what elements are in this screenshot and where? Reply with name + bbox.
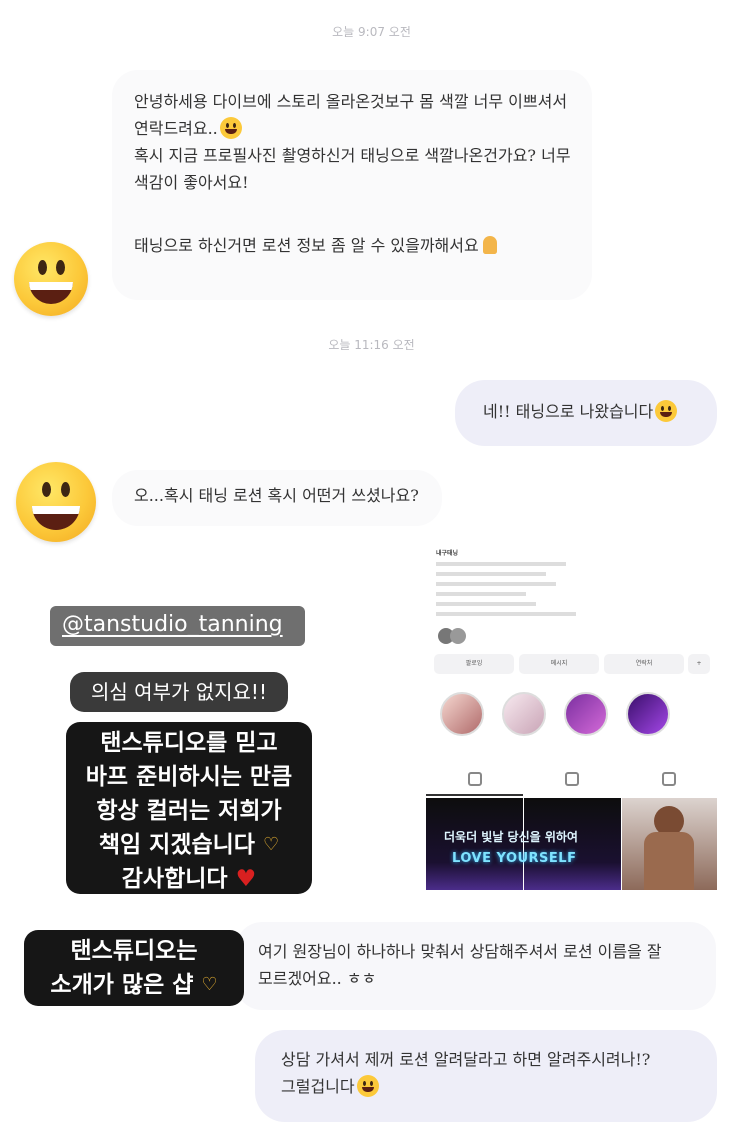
- smile-icon: [356, 1075, 379, 1097]
- highlight-circle[interactable]: [564, 692, 608, 736]
- smile-icon: [219, 117, 242, 139]
- message-line: 상담 가셔서 제꺼 로션 알려달라고 하면 알려주시려나!?: [281, 1050, 651, 1069]
- message-line: 네!! 태닝으로 나왔습니다: [483, 398, 717, 425]
- follow-button[interactable]: 팔로잉: [434, 654, 514, 674]
- outgoing-message: 네!! 태닝으로 나왔습니다: [455, 380, 717, 446]
- heart-hands-icon: ♡: [263, 834, 280, 855]
- heart-hands-icon: ♡: [201, 974, 218, 995]
- message-line: 혹시 지금 프로필사진 촬영하신거 태닝으로 색깔나온건가요? 너무: [134, 146, 571, 165]
- smile-icon: [655, 400, 678, 422]
- incoming-message: 여기 원장님이 하나하나 맞춰서 상담해주셔서 로션 이름을 잘 모르겠어요..…: [236, 922, 716, 1010]
- incoming-message: 오...혹시 태닝 로션 혹시 어떤거 쓰셨나요?: [112, 470, 442, 526]
- profile-screenshot: 내구태닝 팔로잉 메시지 연락처 + 더욱더 빛날 당신을 위하여 LOVE Y…: [426, 536, 717, 906]
- pray-icon: [479, 234, 501, 256]
- message-line: 그럴겁니다: [281, 1073, 717, 1100]
- message-line: 연락드려요..: [134, 115, 592, 142]
- sticker-text: 의심 여부가 없지요!!: [70, 672, 288, 712]
- heart-icon: ♥: [235, 866, 257, 892]
- account-handle[interactable]: @tanstudio_tanning: [50, 606, 305, 646]
- post-subtitle: LOVE YOURSELF: [452, 851, 577, 866]
- timestamp: 오늘 9:07 오전: [332, 25, 411, 39]
- timestamp: 오늘 11:16 오전: [328, 338, 415, 352]
- contact-button[interactable]: 연락처: [604, 654, 684, 674]
- message-line: 태닝으로 하신거면 로션 정보 좀 알 수 있을까해서요: [134, 232, 592, 259]
- post-tile[interactable]: [622, 798, 717, 890]
- message-line: 모르겠어요.. ㅎㅎ: [258, 969, 377, 988]
- highlight-circle[interactable]: [626, 692, 670, 736]
- highlight-circle[interactable]: [440, 692, 484, 736]
- highlight-circle[interactable]: [502, 692, 546, 736]
- profile-bio: [436, 558, 586, 633]
- incoming-message: 안녕하세용 다이브에 스토리 올라온것보구 몸 색깔 너무 이쁘셔서 연락드려요…: [112, 70, 592, 300]
- grid-icon[interactable]: [468, 772, 482, 786]
- message-line: 색감이 좋아서요!: [134, 173, 249, 192]
- sticker-text: 탠스튜디오를 믿고 바프 준비하시는 만큼 항상 컬러는 저희가 책임 지겠습니…: [66, 722, 312, 894]
- outgoing-message: 상담 가셔서 제꺼 로션 알려달라고 하면 알려주시려나!? 그럴겁니다: [255, 1030, 717, 1122]
- reels-icon[interactable]: [565, 772, 579, 786]
- message-line: 오...혹시 태닝 로션 혹시 어떤거 쓰셨나요?: [134, 486, 419, 505]
- message-button[interactable]: 메시지: [519, 654, 599, 674]
- sticker-text: 탠스튜디오는 소개가 많은 샵 ♡: [24, 930, 244, 1006]
- post-title: 더욱더 빛날 당신을 위하여: [444, 830, 578, 844]
- message-line: 여기 원장님이 하나하나 맞춰서 상담해주셔서 로션 이름을 잘: [258, 942, 662, 961]
- avatar[interactable]: [14, 242, 88, 316]
- message-line: 안녕하세용 다이브에 스토리 올라온것보구 몸 색깔 너무 이쁘셔서: [134, 92, 568, 111]
- avatar[interactable]: [16, 462, 96, 542]
- add-person-button[interactable]: +: [688, 654, 710, 674]
- tagged-icon[interactable]: [662, 772, 676, 786]
